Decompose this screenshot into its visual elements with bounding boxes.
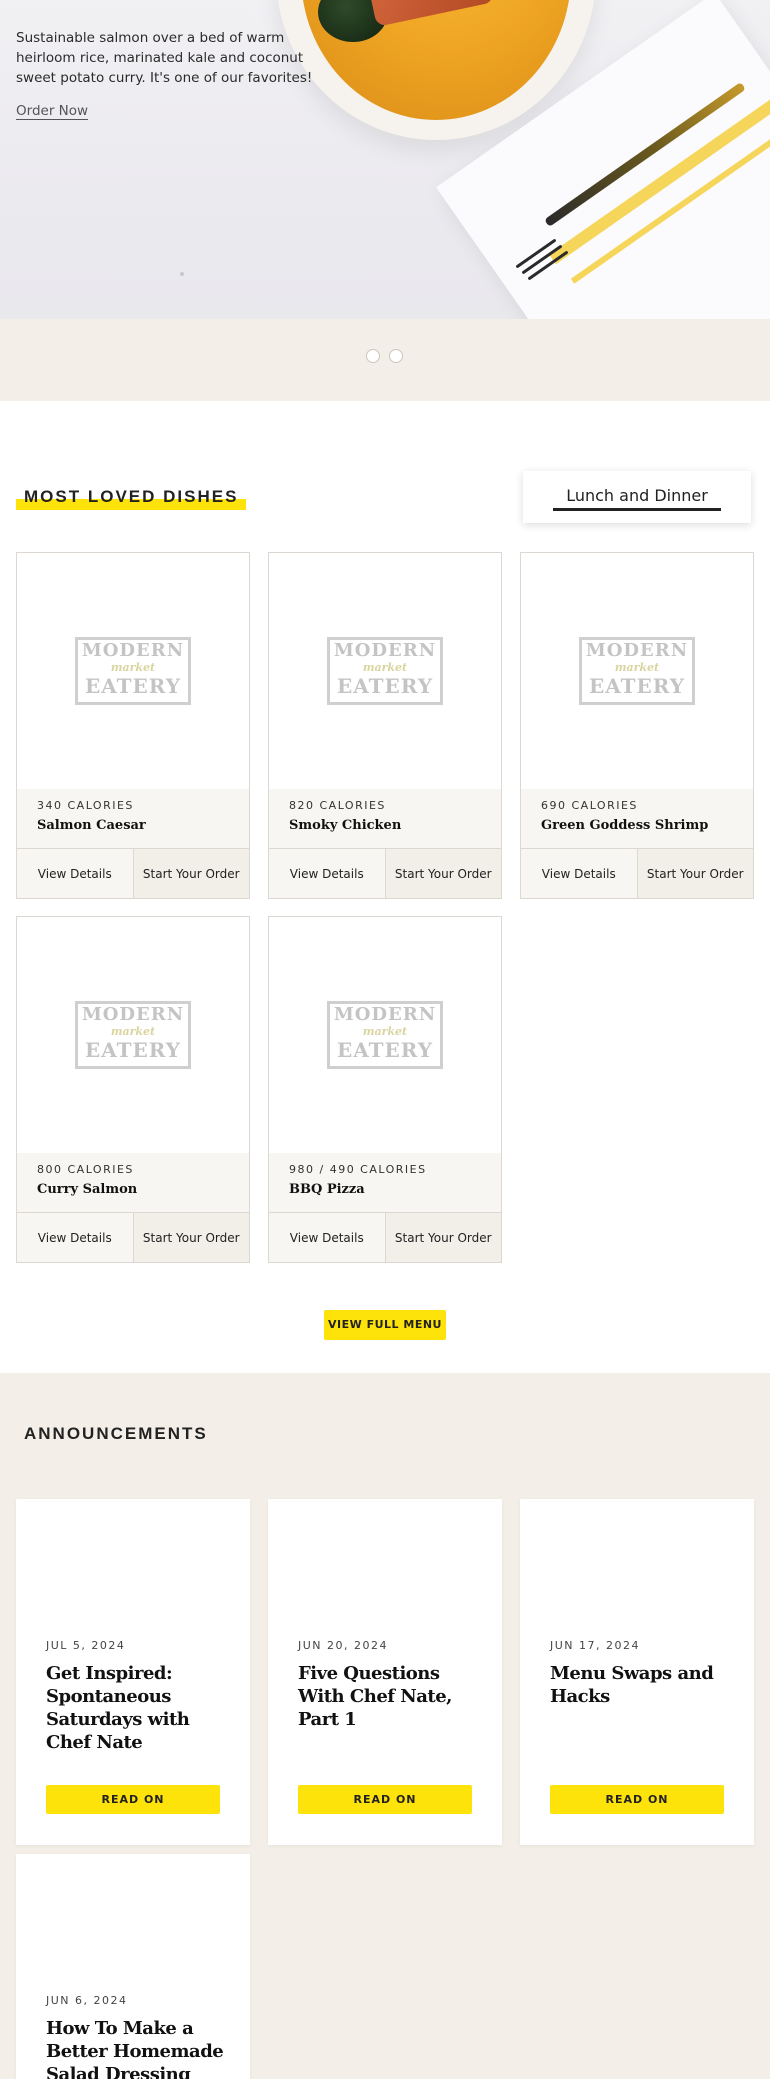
modern-market-logo: MODERN market EATERY	[579, 637, 695, 705]
announcement-card[interactable]: JUN 6, 2024 How To Make a Better Homemad…	[16, 1854, 250, 2079]
modern-market-logo: MODERN market EATERY	[327, 637, 443, 705]
announcement-date: JUL 5, 2024	[46, 1639, 126, 1652]
view-details-button[interactable]: View Details	[521, 849, 637, 898]
modern-market-logo: MODERN market EATERY	[75, 637, 191, 705]
announcement-card[interactable]: JUN 17, 2024 Menu Swaps and Hacks READ O…	[520, 1499, 754, 1845]
dish-calories: 690 CALORIES	[541, 799, 638, 812]
view-details-button[interactable]: View Details	[269, 1213, 385, 1262]
dish-name[interactable]: Smoky Chicken	[289, 818, 481, 833]
dish-name[interactable]: Salmon Caesar	[37, 818, 229, 833]
announcement-date: JUN 20, 2024	[298, 1639, 389, 1652]
start-order-button[interactable]: Start Your Order	[132, 1213, 249, 1262]
dish-card: MODERN market EATERY 980 / 490 CALORIES BB…	[268, 916, 502, 1263]
start-order-button[interactable]: Start Your Order	[132, 849, 249, 898]
announcement-date: JUN 6, 2024	[46, 1994, 128, 2007]
dish-image-placeholder[interactable]: MODERN market EATERY	[17, 553, 249, 789]
tab-active-indicator	[553, 508, 721, 511]
carousel-dot-1[interactable]	[366, 349, 380, 363]
read-on-button[interactable]: READ ON	[46, 1785, 220, 1814]
start-order-button[interactable]: Start Your Order	[384, 1213, 501, 1262]
dish-name[interactable]: Curry Salmon	[37, 1182, 229, 1197]
start-order-button[interactable]: Start Your Order	[384, 849, 501, 898]
dish-calories: 340 CALORIES	[37, 799, 134, 812]
dish-calories: 980 / 490 CALORIES	[289, 1163, 427, 1176]
announcement-card[interactable]: JUL 5, 2024 Get Inspired: Spontaneous Sa…	[16, 1499, 250, 1845]
read-on-button[interactable]: READ ON	[298, 1785, 472, 1814]
view-full-menu-button[interactable]: VIEW FULL MENU	[324, 1310, 446, 1340]
start-order-button[interactable]: Start Your Order	[636, 849, 753, 898]
modern-market-logo: MODERN market EATERY	[327, 1001, 443, 1069]
view-details-button[interactable]: View Details	[17, 849, 133, 898]
dish-card: MODERN market EATERY 690 CALORIES Green Go…	[520, 552, 754, 899]
dish-image-placeholder[interactable]: MODERN market EATERY	[17, 917, 249, 1153]
order-now-link[interactable]: Order Now	[16, 103, 88, 119]
carousel-controls	[0, 319, 770, 401]
dish-image-placeholder[interactable]: MODERN market EATERY	[269, 553, 501, 789]
decorative-dot	[180, 272, 184, 276]
read-on-button[interactable]: READ ON	[550, 1785, 724, 1814]
announcement-title[interactable]: Five Questions With Chef Nate, Part 1	[298, 1662, 488, 1731]
modern-market-logo: MODERN market EATERY	[75, 1001, 191, 1069]
tab-lunch-and-dinner[interactable]: Lunch and Dinner	[523, 471, 751, 523]
announcement-card[interactable]: JUN 20, 2024 Five Questions With Chef Na…	[268, 1499, 502, 1845]
dish-image-placeholder[interactable]: MODERN market EATERY	[269, 917, 501, 1153]
dish-calories: 800 CALORIES	[37, 1163, 134, 1176]
carousel-dot-2[interactable]	[389, 349, 403, 363]
dish-image-placeholder[interactable]: MODERN market EATERY	[521, 553, 753, 789]
dish-card: MODERN market EATERY 340 CALORIES Salmon C…	[16, 552, 250, 899]
announcement-date: JUN 17, 2024	[550, 1639, 641, 1652]
tab-label: Lunch and Dinner	[566, 486, 708, 505]
announcement-title[interactable]: Menu Swaps and Hacks	[550, 1662, 740, 1708]
announcement-title[interactable]: Get Inspired: Spontaneous Saturdays with…	[46, 1662, 236, 1754]
dish-calories: 820 CALORIES	[289, 799, 386, 812]
announcement-title[interactable]: How To Make a Better Homemade Salad Dres…	[46, 2017, 236, 2079]
hero-banner: Sustainable salmon over a bed of warm he…	[0, 0, 770, 319]
hero-description: Sustainable salmon over a bed of warm he…	[16, 30, 313, 86]
dish-name[interactable]: BBQ Pizza	[289, 1182, 481, 1197]
section-title-announcements: ANNOUNCEMENTS	[16, 1424, 216, 1447]
view-details-button[interactable]: View Details	[17, 1213, 133, 1262]
dish-card: MODERN market EATERY 800 CALORIES Curry Sa…	[16, 916, 250, 1263]
section-title-dishes: MOST LOVED DISHES	[16, 487, 247, 510]
view-details-button[interactable]: View Details	[269, 849, 385, 898]
dish-name[interactable]: Green Goddess Shrimp	[541, 818, 733, 833]
dish-card: MODERN market EATERY 820 CALORIES Smoky Ch…	[268, 552, 502, 899]
